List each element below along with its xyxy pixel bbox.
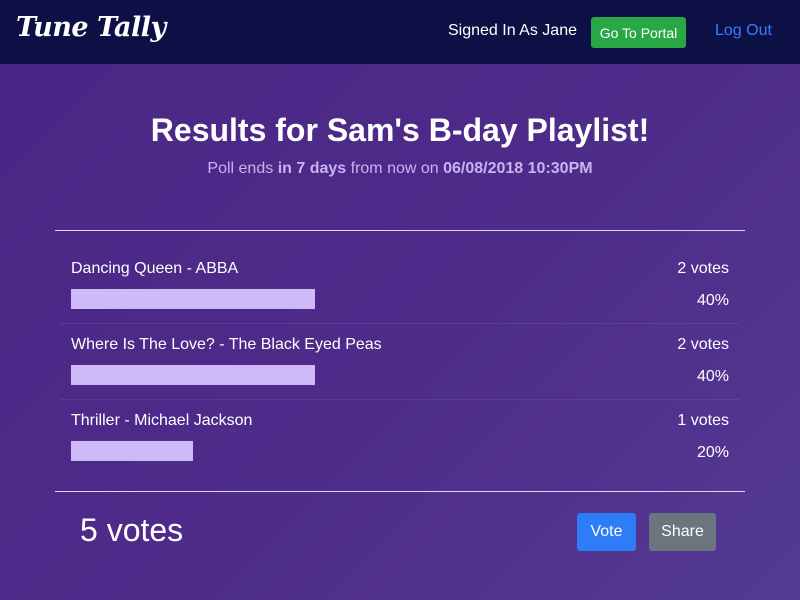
total-votes: 5 votes [80,512,184,548]
vote-bar [71,365,681,385]
vote-count: 2 votes [677,260,729,277]
vote-bar-fill [71,365,315,385]
song-title: Dancing Queen - ABBA [71,260,239,277]
result-row: Thriller - Michael Jackson 1 votes 20% [60,400,740,476]
results-list: Dancing Queen - ABBA 2 votes 40% Where I… [60,248,740,476]
poll-end-info: Poll ends in 7 days from now on 06/08/20… [0,160,800,178]
vote-button[interactable]: Vote [577,513,636,551]
result-row: Where Is The Love? - The Black Eyed Peas… [60,324,740,400]
song-title: Thriller - Michael Jackson [71,412,253,429]
vote-count: 1 votes [677,412,729,429]
vote-percent: 40% [696,292,729,309]
vote-bar-fill [71,441,193,461]
vote-percent: 20% [696,444,729,461]
navbar: Tune Tally Signed In As Jane Go To Porta… [0,0,800,64]
song-title: Where Is The Love? - The Black Eyed Peas [71,336,382,353]
share-button[interactable]: Share [649,513,716,551]
vote-count: 2 votes [677,336,729,353]
signed-in-text: Signed In As Jane [448,22,577,39]
poll-ends-relative: in 7 days [277,160,347,177]
go-to-portal-button[interactable]: Go To Portal [591,17,686,48]
divider-top [55,230,745,231]
result-row: Dancing Queen - ABBA 2 votes 40% [60,248,740,324]
vote-bar-fill [71,289,315,309]
page-title: Results for Sam's B-day Playlist! [150,112,650,148]
poll-ends-prefix: Poll ends [207,160,274,177]
log-out-link[interactable]: Log Out [715,22,772,40]
brand-logo[interactable]: Tune Tally [16,12,166,43]
vote-bar [71,441,681,461]
poll-ends-datetime: 06/08/2018 10:30PM [443,160,593,177]
divider-bottom [55,491,745,492]
vote-percent: 40% [696,368,729,385]
vote-bar [71,289,681,309]
poll-ends-mid: from now on [350,160,439,177]
